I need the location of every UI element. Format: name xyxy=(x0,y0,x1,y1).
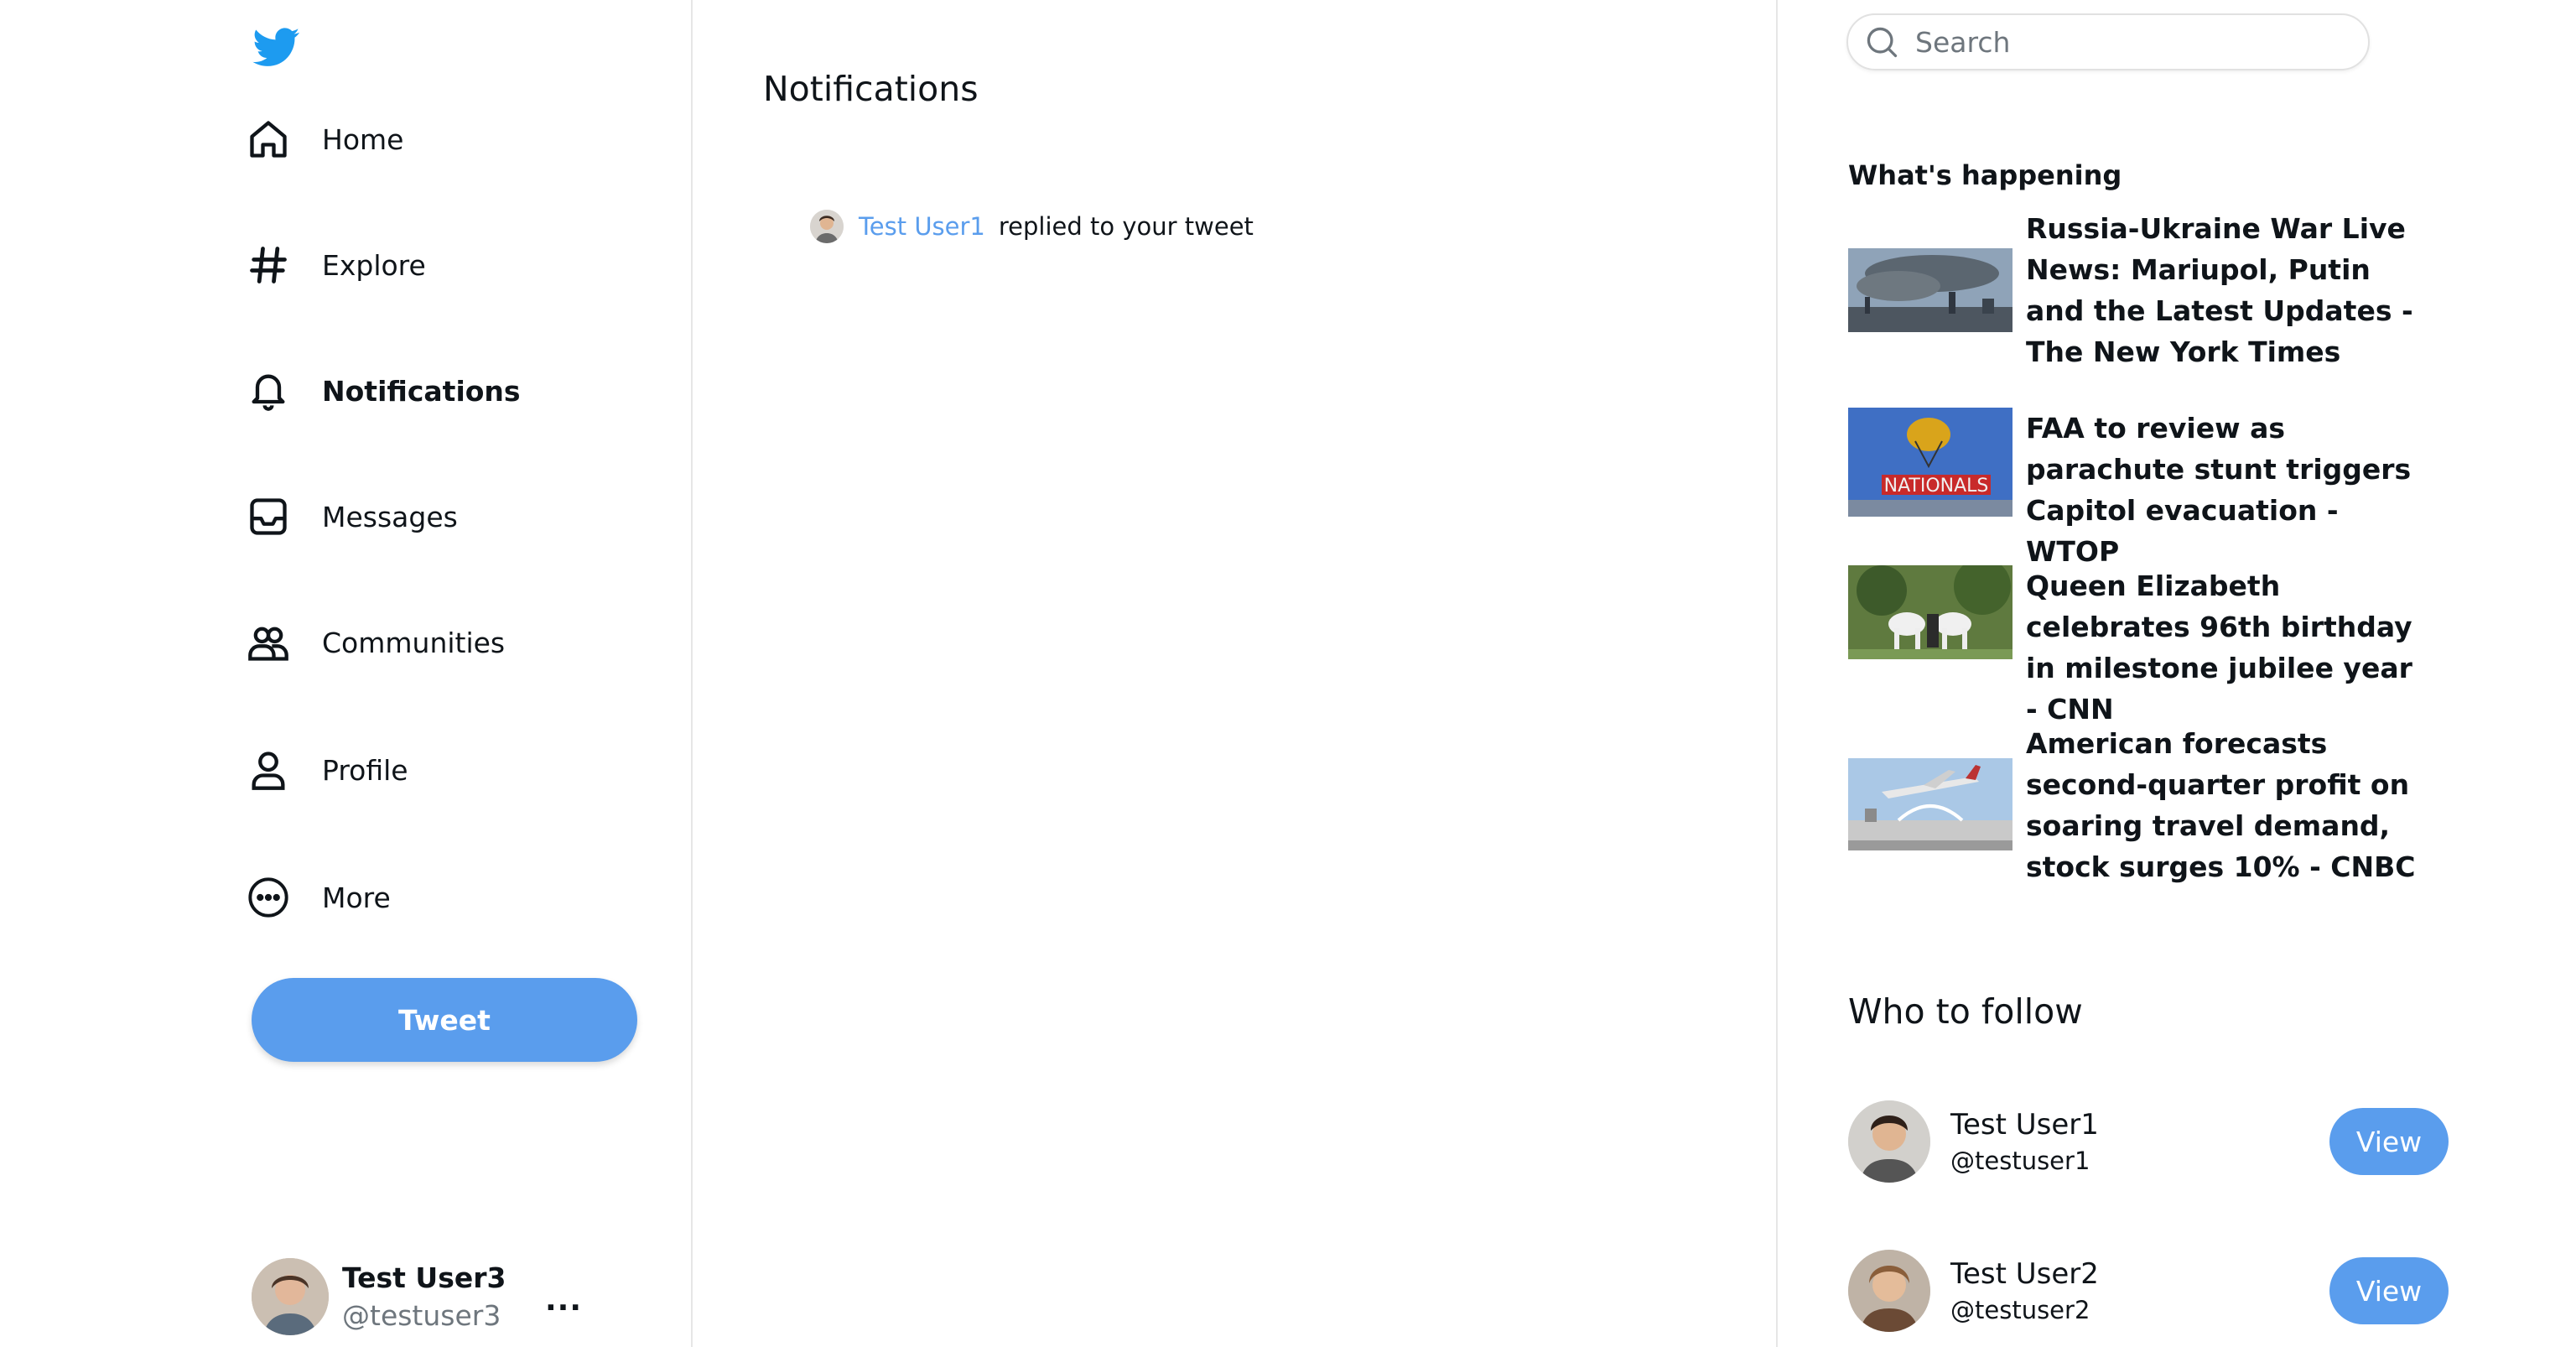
search-icon xyxy=(1867,27,1898,58)
follow-suggestion: Test User2 @testuser2 View xyxy=(1848,1250,2449,1332)
svg-text:NATIONALS: NATIONALS xyxy=(1884,476,1989,497)
nav-notifications[interactable]: Notifications xyxy=(245,357,521,424)
nav-profile-label: Profile xyxy=(322,753,408,787)
nav-notifications-label: Notifications xyxy=(322,374,521,408)
notification-user-link[interactable]: Test User1 xyxy=(859,212,985,241)
news-item[interactable]: NATIONALS FAA to review as parachute stu… xyxy=(1848,408,2420,572)
left-sidebar: Home Explore Notifications Messages Comm… xyxy=(0,0,693,1347)
account-name: Test User3 xyxy=(342,1261,506,1294)
news-item[interactable]: Russia-Ukraine War Live News: Mariupol, … xyxy=(1848,208,2420,372)
nav-more-label: More xyxy=(322,881,391,914)
avatar xyxy=(252,1258,329,1335)
home-icon xyxy=(245,116,292,163)
account-more-icon[interactable]: ... xyxy=(545,1283,582,1318)
news-headline: Queen Elizabeth celebrates 96th birthday… xyxy=(2026,569,2412,726)
nav-communities[interactable]: Communities xyxy=(245,609,505,676)
nav-messages-label: Messages xyxy=(322,500,458,533)
tweet-button[interactable]: Tweet xyxy=(252,978,637,1062)
account-handle: @testuser3 xyxy=(342,1299,501,1332)
who-to-follow-title: Who to follow xyxy=(1848,991,2083,1032)
nav-explore[interactable]: Explore xyxy=(245,231,426,299)
communities-icon xyxy=(245,619,292,666)
hashtag-icon xyxy=(245,242,292,289)
right-sidebar: What's happening Russia-Ukraine War Live… xyxy=(1778,0,2576,1347)
nav-explore-label: Explore xyxy=(322,248,426,282)
follow-user-handle: @testuser1 xyxy=(1950,1147,2090,1175)
follow-suggestion: Test User1 @testuser1 View xyxy=(1848,1100,2449,1183)
view-button[interactable]: View xyxy=(2329,1108,2449,1175)
news-image xyxy=(1848,565,2012,659)
news-headline: FAA to review as parachute stunt trigger… xyxy=(2026,412,2412,568)
view-button[interactable]: View xyxy=(2329,1257,2449,1324)
news-image xyxy=(1848,248,2012,332)
twitter-bird-icon[interactable] xyxy=(250,23,304,70)
follow-user-name: Test User1 xyxy=(1950,1108,2099,1142)
page-title: Notifications xyxy=(763,69,979,109)
news-image xyxy=(1848,758,2012,850)
whats-happening-title: What's happening xyxy=(1848,159,2122,191)
search-input[interactable] xyxy=(1914,24,2336,60)
news-headline: Russia-Ukraine War Live News: Mariupol, … xyxy=(2026,212,2413,368)
bell-icon xyxy=(245,367,292,414)
news-image: NATIONALS xyxy=(1848,408,2012,517)
nav-more[interactable]: More xyxy=(245,864,391,931)
nav-communities-label: Communities xyxy=(322,626,506,659)
nav-messages[interactable]: Messages xyxy=(245,483,458,550)
follow-user-name: Test User2 xyxy=(1950,1257,2099,1291)
main-column: Notifications Test User1 replied to your… xyxy=(693,0,1778,1347)
nav-profile[interactable]: Profile xyxy=(245,736,408,804)
follow-user-handle: @testuser2 xyxy=(1950,1296,2090,1324)
more-circle-icon xyxy=(245,874,292,921)
nav-home-label: Home xyxy=(322,122,404,156)
avatar[interactable] xyxy=(1848,1100,1930,1183)
nav-home[interactable]: Home xyxy=(245,106,403,173)
news-headline: American forecasts second-quarter profit… xyxy=(2026,727,2416,883)
search-bar[interactable] xyxy=(1846,13,2370,70)
notification-text: replied to your tweet xyxy=(998,212,1254,241)
person-icon xyxy=(245,746,292,793)
inbox-icon xyxy=(245,493,292,540)
notification-item[interactable]: Test User1 replied to your tweet xyxy=(810,210,1254,243)
news-item[interactable]: Queen Elizabeth celebrates 96th birthday… xyxy=(1848,565,2420,730)
avatar xyxy=(810,210,844,243)
avatar[interactable] xyxy=(1848,1250,1930,1332)
news-item[interactable]: American forecasts second-quarter profit… xyxy=(1848,723,2420,887)
account-switcher[interactable]: Test User3 @testuser3 xyxy=(252,1258,506,1335)
